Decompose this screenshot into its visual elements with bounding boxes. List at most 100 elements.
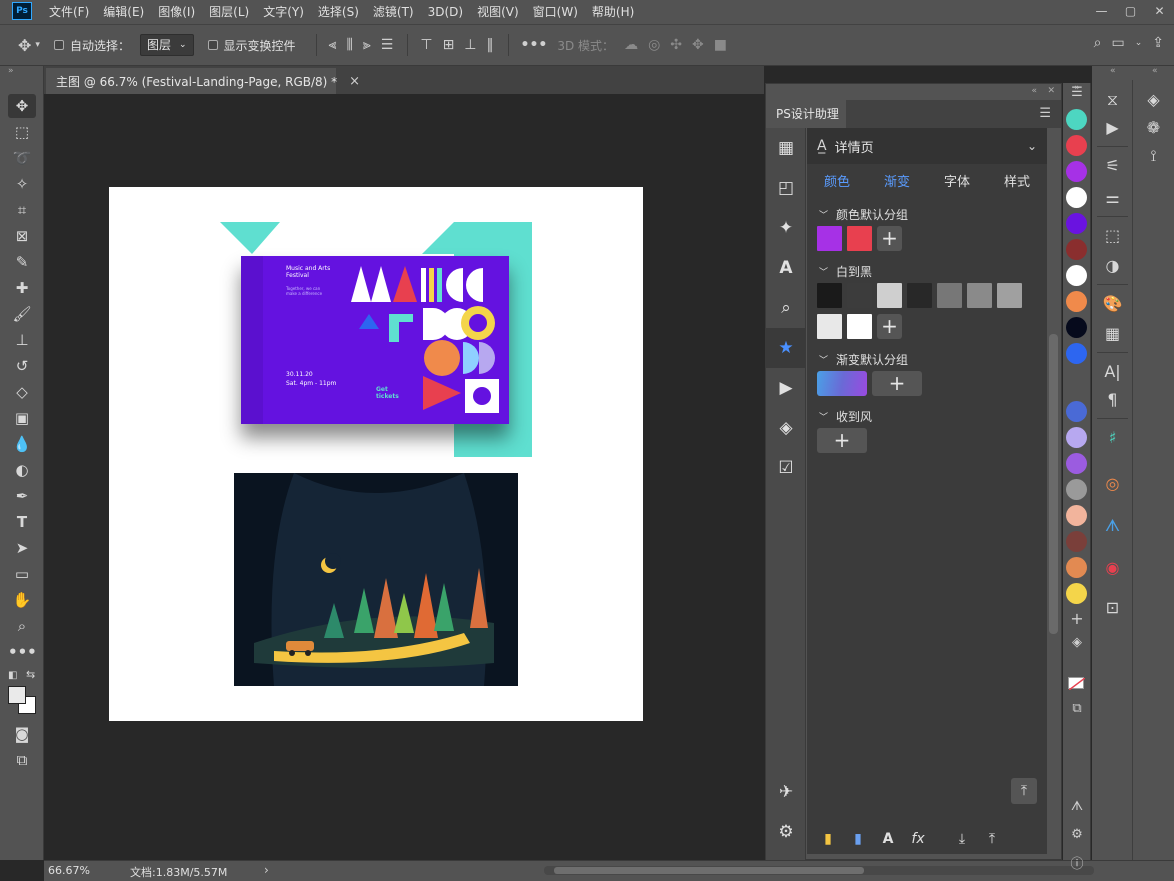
gradient-palette-icon[interactable]: ▮ <box>843 831 873 847</box>
menu-help[interactable]: 帮助(H) <box>585 0 641 24</box>
edit-toolbar-icon[interactable]: ••• <box>8 640 37 664</box>
marquee-tool-icon[interactable]: ⬚ <box>8 120 36 144</box>
color-swatch[interactable] <box>997 283 1022 308</box>
3d-slide-icon[interactable]: ✥ <box>692 37 704 53</box>
font-icon[interactable]: A <box>873 831 903 847</box>
color-swatch[interactable] <box>937 283 962 308</box>
color-dot[interactable] <box>1066 479 1087 500</box>
color-dot[interactable] <box>1066 583 1087 604</box>
blur-tool-icon[interactable]: 💧 <box>8 432 36 456</box>
checklist-icon[interactable]: ☑ <box>772 454 800 482</box>
align-left-icon[interactable]: ⫷ <box>329 37 337 53</box>
back-to-top-button[interactable]: ⤒ <box>1011 778 1037 804</box>
layout-icon[interactable]: ▦ <box>772 134 800 162</box>
color-dot[interactable] <box>1066 453 1087 474</box>
pin-icon[interactable]: ✈ <box>772 778 800 806</box>
align-top-icon[interactable]: ⊤ <box>420 37 432 53</box>
gradient-swatch[interactable] <box>817 371 867 396</box>
add-color-icon[interactable]: + <box>1063 609 1091 628</box>
color-swatch[interactable] <box>847 283 872 308</box>
color-dot[interactable] <box>1066 161 1087 182</box>
color-swatch[interactable] <box>907 283 932 308</box>
zoom-tool-icon[interactable]: ⌕ <box>8 614 36 638</box>
panel-menu-icon[interactable]: ☰ <box>1063 85 1091 100</box>
align-center-icon[interactable]: ⫼ <box>346 37 352 53</box>
eyedropper-tool-icon[interactable]: ✎ <box>8 250 36 274</box>
collapse-panel-icon[interactable]: « <box>1152 66 1158 76</box>
color-dot[interactable] <box>1066 401 1087 422</box>
3d-roll-icon[interactable]: ◎ <box>648 37 660 53</box>
group-header[interactable]: ﹀ 颜色默认分组 <box>819 206 908 223</box>
gradient-tool-icon[interactable]: ▣ <box>8 406 36 430</box>
dodge-tool-icon[interactable]: ◐ <box>8 458 36 482</box>
path-selection-tool-icon[interactable]: ➤ <box>8 536 36 560</box>
color-dot[interactable] <box>1066 187 1087 208</box>
move-tool-icon[interactable]: ✥ <box>18 36 31 55</box>
search-icon[interactable]: ⌕ <box>1094 35 1102 51</box>
menu-view[interactable]: 视图(V) <box>470 0 526 24</box>
history-brush-tool-icon[interactable]: ↺ <box>8 354 36 378</box>
chevron-down-icon[interactable]: ⌄ <box>1135 38 1143 48</box>
font-search-icon[interactable]: ⌕ <box>772 294 800 322</box>
canvas-area[interactable]: Music and Arts Festival Together, we can… <box>44 94 764 860</box>
add-gradient-button[interactable]: + <box>872 371 922 396</box>
crop-tool-icon[interactable]: ⌗ <box>8 198 36 222</box>
color-palette-icon[interactable]: ▮ <box>813 831 843 847</box>
pen-tool-icon[interactable]: ✒ <box>8 484 36 508</box>
hand-tool-icon[interactable]: ✋ <box>8 588 36 612</box>
artboard[interactable]: Music and Arts Festival Together, we can… <box>109 187 643 721</box>
menu-image[interactable]: 图像(I) <box>151 0 202 24</box>
layers-icon[interactable]: ◈ <box>772 414 800 442</box>
tab-color[interactable]: 颜色 <box>807 168 867 198</box>
3d-camera-icon[interactable]: ■ <box>714 37 727 53</box>
star-icon[interactable]: ★ <box>766 328 806 368</box>
festival-card-group[interactable]: Music and Arts Festival Together, we can… <box>220 222 532 457</box>
align-right-icon[interactable]: ⫸ <box>363 37 371 53</box>
upload-icon[interactable]: ⤒ <box>977 831 1007 847</box>
close-tab-icon[interactable]: × <box>349 74 360 89</box>
add-item-button[interactable]: + <box>817 428 867 453</box>
color-dot[interactable] <box>1066 135 1087 156</box>
color-swatch[interactable] <box>967 283 992 308</box>
align-middle-icon[interactable]: ⊞ <box>443 37 455 53</box>
brush-tool-icon[interactable]: 🖌 <box>8 302 36 326</box>
plugin-vertical-scrollbar[interactable] <box>1049 334 1058 634</box>
swatches-palette-icon[interactable]: 🎨 <box>1092 290 1133 318</box>
distribute-horizontal-icon[interactable]: ☰ <box>381 37 394 53</box>
type-tool-icon[interactable]: T <box>8 510 36 534</box>
panel-menu-icon[interactable]: ☰ <box>1039 106 1051 121</box>
actions-play-icon[interactable]: ▶ <box>1092 114 1133 142</box>
auto-select-target-dropdown[interactable]: 图层 ⌄ <box>139 34 194 56</box>
tab-gradient[interactable]: 渐变 <box>867 168 927 198</box>
color-dot[interactable] <box>1066 505 1087 526</box>
color-wheel-plugin-icon[interactable]: ◎ <box>1092 470 1133 498</box>
lasso-tool-icon[interactable]: ➰ <box>8 146 36 170</box>
history-icon[interactable]: ⧖ <box>1092 86 1133 114</box>
color-dot[interactable] <box>1066 343 1087 364</box>
channels-icon[interactable]: ❁ <box>1133 114 1174 142</box>
color-swatch[interactable] <box>847 226 872 251</box>
menu-filter[interactable]: 滤镜(T) <box>366 0 421 24</box>
menu-window[interactable]: 窗口(W) <box>526 0 585 24</box>
align-bottom-icon[interactable]: ⊥ <box>464 37 476 53</box>
frame-tool-icon[interactable]: ⊠ <box>8 224 36 248</box>
collapse-panel-icon[interactable]: » <box>8 66 14 76</box>
magic-wand-tool-icon[interactable]: ✧ <box>8 172 36 196</box>
share-icon[interactable]: ⇪ <box>1152 35 1164 51</box>
foreground-color-swatch[interactable] <box>8 686 26 704</box>
design-assistant-plugin-icon[interactable]: ᗑ <box>1092 512 1133 540</box>
distribute-vertical-icon[interactable]: ‖ <box>487 37 494 53</box>
rectangle-tool-icon[interactable]: ▭ <box>8 562 36 586</box>
quick-mask-icon[interactable]: ◙ <box>8 722 36 746</box>
color-dot[interactable] <box>1066 291 1087 312</box>
detail-header[interactable]: A̲ 详情页 ⌄ <box>807 128 1047 164</box>
color-swatch[interactable] <box>847 314 872 339</box>
add-swatch-button[interactable]: + <box>877 226 902 251</box>
add-swatch-button[interactable]: + <box>877 314 902 339</box>
color-dot[interactable] <box>1066 531 1087 552</box>
collapse-panel-icon[interactable]: « <box>1031 86 1037 96</box>
play-icon[interactable]: ▶ <box>772 374 800 402</box>
workspace-icon[interactable]: ▭ <box>1111 35 1124 51</box>
more-options-icon[interactable]: ••• <box>521 37 548 53</box>
color-dot[interactable] <box>1066 109 1087 130</box>
